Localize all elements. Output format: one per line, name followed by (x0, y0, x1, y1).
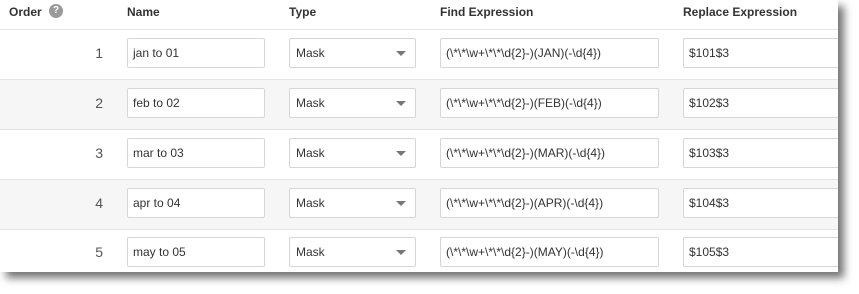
type-select-value: Mask (296, 96, 325, 110)
replace-column-header: Replace Expression (683, 5, 798, 19)
row-order: 2 (95, 95, 103, 111)
type-select-value: Mask (296, 245, 325, 259)
type-select-value: Mask (296, 196, 325, 210)
replace-expression-field[interactable]: $103$3 (683, 138, 838, 168)
type-select[interactable]: Mask (289, 38, 416, 68)
row-order: 3 (95, 145, 103, 161)
name-field[interactable]: jan to 01 (127, 38, 265, 68)
find-expression-field[interactable]: (\*\*\w+\*\*\d{2}-)(FEB)(-\d{4}) (440, 88, 659, 118)
table-row: 2 feb to 02 Mask (\*\*\w+\*\*\d{2}-)(FEB… (0, 80, 838, 130)
replace-expression-field[interactable]: $105$3 (683, 237, 838, 267)
replace-expression-field[interactable]: $102$3 (683, 88, 838, 118)
name-column-header: Name (127, 5, 160, 19)
find-column-header: Find Expression (440, 5, 534, 19)
table-row: 5 may to 05 Mask (\*\*\w+\*\*\d{2}-)(MAY… (0, 229, 838, 272)
type-select[interactable]: Mask (289, 237, 416, 267)
name-field[interactable]: feb to 02 (127, 88, 265, 118)
type-select-value: Mask (296, 146, 325, 160)
row-order: 5 (95, 244, 103, 260)
table-row: 3 mar to 03 Mask (\*\*\w+\*\*\d{2}-)(MAR… (0, 130, 838, 180)
chevron-down-icon (396, 201, 406, 206)
table-header: Order ? Name Type Find Expression Replac… (0, 0, 838, 30)
type-select[interactable]: Mask (289, 138, 416, 168)
chevron-down-icon (396, 151, 406, 156)
find-expression-field[interactable]: (\*\*\w+\*\*\d{2}-)(APR)(-\d{4}) (440, 188, 659, 218)
chevron-down-icon (396, 101, 406, 106)
find-expression-field[interactable]: (\*\*\w+\*\*\d{2}-)(MAY)(-\d{4}) (440, 237, 659, 267)
name-field[interactable]: may to 05 (127, 237, 265, 267)
chevron-down-icon (396, 250, 406, 255)
order-column-header: Order (9, 5, 42, 19)
replace-expression-field[interactable]: $101$3 (683, 38, 838, 68)
expression-rules-table: Order ? Name Type Find Expression Replac… (0, 0, 838, 272)
type-select-value: Mask (296, 46, 325, 60)
table-row: 1 jan to 01 Mask (\*\*\w+\*\*\d{2}-)(JAN… (0, 30, 838, 80)
find-expression-field[interactable]: (\*\*\w+\*\*\d{2}-)(JAN)(-\d{4}) (440, 38, 659, 68)
type-select[interactable]: Mask (289, 88, 416, 118)
type-column-header: Type (289, 5, 317, 19)
replace-expression-field[interactable]: $104$3 (683, 188, 838, 218)
table-row: 4 apr to 04 Mask (\*\*\w+\*\*\d{2}-)(APR… (0, 180, 838, 230)
find-expression-field[interactable]: (\*\*\w+\*\*\d{2}-)(MAR)(-\d{4}) (440, 138, 659, 168)
name-field[interactable]: mar to 03 (127, 138, 265, 168)
help-icon[interactable]: ? (49, 4, 63, 18)
chevron-down-icon (396, 51, 406, 56)
name-field[interactable]: apr to 04 (127, 188, 265, 218)
row-order: 4 (95, 195, 103, 211)
row-order: 1 (95, 45, 103, 61)
type-select[interactable]: Mask (289, 188, 416, 218)
